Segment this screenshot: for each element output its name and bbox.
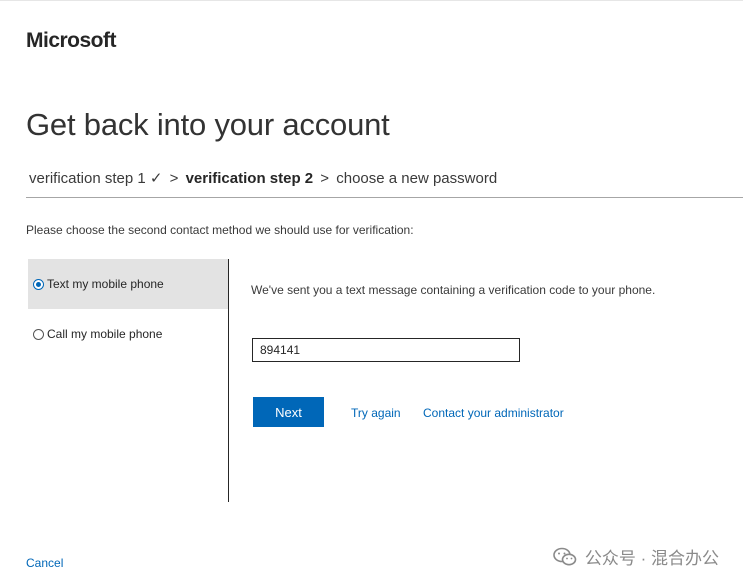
password-reset-page: Microsoft Get back into your account ver… <box>0 0 743 587</box>
watermark: 公众号 · 混合办公 <box>553 544 719 569</box>
option-call-mobile-phone[interactable]: Call my mobile phone <box>28 309 228 359</box>
option-text-mobile-phone[interactable]: Text my mobile phone <box>28 259 228 309</box>
watermark-text: 公众号 · 混合办公 <box>584 549 719 568</box>
step-separator: > <box>169 170 179 187</box>
radio-unchecked-icon[interactable] <box>33 328 44 340</box>
contact-administrator-link[interactable]: Contact your administrator <box>423 406 564 420</box>
step-separator: > <box>320 170 330 187</box>
next-button[interactable]: Next <box>253 397 324 427</box>
wechat-icon <box>553 547 577 565</box>
header-divider <box>26 197 743 198</box>
microsoft-logo: Microsoft <box>26 29 117 52</box>
radio-checked-icon[interactable] <box>33 278 44 290</box>
cancel-link[interactable]: Cancel <box>26 556 63 570</box>
step-3: choose a new password <box>336 170 498 187</box>
try-again-link[interactable]: Try again <box>351 406 401 420</box>
sent-message: We've sent you a text message containing… <box>251 283 656 297</box>
step-2-current: verification step 2 <box>185 170 314 187</box>
page-title: Get back into your account <box>26 107 390 142</box>
option-label: Text my mobile phone <box>47 277 164 291</box>
contact-method-list: Text my mobile phone Call my mobile phon… <box>28 259 229 502</box>
verification-code-input[interactable] <box>252 338 520 362</box>
instructions-text: Please choose the second contact method … <box>26 223 414 237</box>
option-label: Call my mobile phone <box>47 327 163 341</box>
step-progress: verification step 1 ✓ > verification ste… <box>29 169 497 187</box>
step-1: verification step 1 ✓ <box>29 170 163 187</box>
